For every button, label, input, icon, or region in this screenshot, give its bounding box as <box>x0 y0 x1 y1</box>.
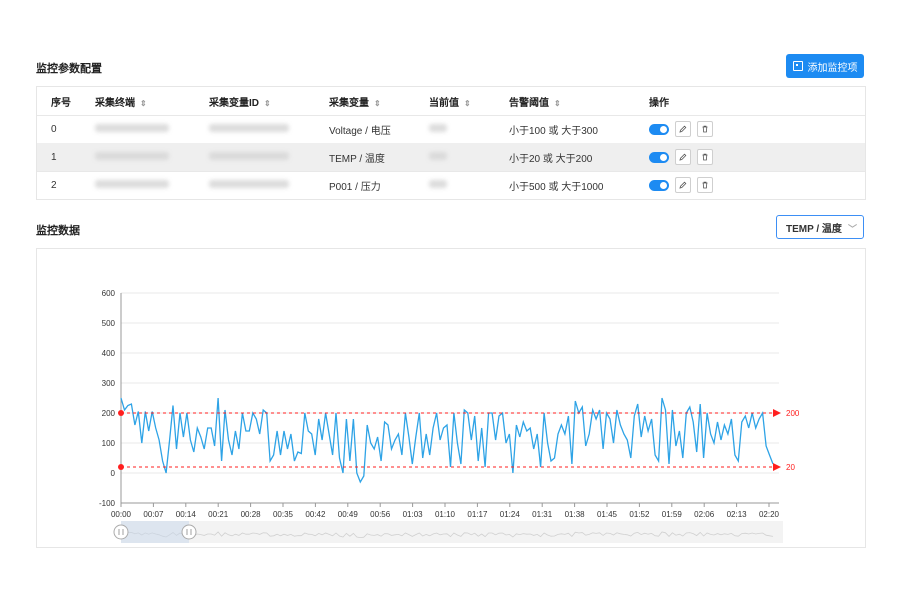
enable-toggle[interactable] <box>649 123 669 135</box>
threshold-label: 200 <box>786 409 800 418</box>
row-threshold: 小于20 或 大于200 <box>509 153 593 165</box>
x-tick-label: 02:06 <box>694 510 715 519</box>
sort-icon[interactable]: ⇕ <box>264 99 271 108</box>
row-actions <box>649 121 713 137</box>
zoom-slider-track <box>121 521 783 543</box>
terminal-redacted <box>95 123 169 135</box>
variable-id-redacted <box>209 123 289 135</box>
threshold-arrow-icon <box>773 409 781 417</box>
row-index: 1 <box>51 151 57 163</box>
series-line <box>120 397 774 484</box>
current-value-redacted <box>429 179 447 191</box>
chevron-down-icon: ﹀ <box>847 224 857 234</box>
x-tick-label: 00:49 <box>338 510 359 519</box>
zoom-handle-left[interactable] <box>113 524 129 540</box>
y-tick-label: 200 <box>102 409 116 418</box>
delete-icon[interactable] <box>696 149 713 165</box>
x-tick-label: 00:21 <box>208 510 229 519</box>
monitor-config-table: 序号 采集终端 ⇕ 采集变量ID ⇕ 采集变量 ⇕ 当前值 ⇕ 告警阈值 ⇕ 操作 0 V… <box>36 86 866 200</box>
delete-icon[interactable] <box>696 177 713 193</box>
add-monitor-button[interactable]: 添加监控项 <box>786 54 864 78</box>
y-tick-label: 0 <box>111 469 116 478</box>
sort-icon[interactable]: ⇕ <box>140 99 147 108</box>
variable-select-value: TEMP / 温度 <box>786 223 842 235</box>
y-tick-label: 600 <box>102 289 116 298</box>
x-tick-label: 01:17 <box>467 510 488 519</box>
terminal-redacted <box>95 151 169 163</box>
threshold-start-marker <box>118 410 124 416</box>
row-variable: Voltage / 电压 <box>329 125 391 137</box>
edit-icon[interactable] <box>674 149 691 165</box>
x-tick-label: 01:03 <box>403 510 424 519</box>
add-monitor-button-label: 添加监控项 <box>807 62 858 74</box>
y-tick-label: 400 <box>102 349 116 358</box>
sort-icon[interactable]: ⇕ <box>554 99 561 108</box>
sort-icon[interactable]: ⇕ <box>374 99 381 108</box>
delete-icon[interactable] <box>696 121 713 137</box>
x-tick-label: 01:31 <box>532 510 553 519</box>
sort-icon[interactable]: ⇕ <box>464 99 471 108</box>
edit-icon[interactable] <box>674 177 691 193</box>
col-header-variable[interactable]: 采集变量 ⇕ <box>329 94 381 109</box>
row-index: 2 <box>51 179 57 191</box>
x-tick-label: 01:24 <box>500 510 521 519</box>
row-index: 0 <box>51 123 57 135</box>
x-tick-label: 01:45 <box>597 510 618 519</box>
y-tick-label: 100 <box>102 439 116 448</box>
col-header-terminal[interactable]: 采集终端 ⇕ <box>95 94 147 109</box>
x-tick-label: 02:13 <box>727 510 748 519</box>
zoom-handle-right[interactable] <box>181 524 197 540</box>
config-section-title: 监控参数配置 <box>36 63 102 75</box>
row-threshold: 小于500 或 大于1000 <box>509 181 604 193</box>
threshold-label: 20 <box>786 463 795 472</box>
variable-select[interactable]: TEMP / 温度 ﹀ <box>776 215 864 239</box>
x-tick-label: 00:42 <box>305 510 326 519</box>
row-actions <box>649 177 713 193</box>
x-tick-label: 02:20 <box>759 510 780 519</box>
col-header-index: 序号 <box>51 97 71 109</box>
y-tick-label: 500 <box>102 319 116 328</box>
row-threshold: 小于100 或 大于300 <box>509 125 598 137</box>
col-header-current-value[interactable]: 当前值 ⇕ <box>429 94 471 109</box>
enable-toggle[interactable] <box>649 151 669 163</box>
threshold-arrow-icon <box>773 463 781 471</box>
table-header-row: 序号 采集终端 ⇕ 采集变量ID ⇕ 采集变量 ⇕ 当前值 ⇕ 告警阈值 ⇕ 操作 <box>37 87 865 116</box>
x-tick-label: 00:07 <box>143 510 164 519</box>
y-tick-label: -100 <box>99 499 116 508</box>
current-value-redacted <box>429 151 447 163</box>
x-tick-label: 00:00 <box>111 510 132 519</box>
enable-toggle[interactable] <box>649 179 669 191</box>
table-row: 2 P001 / 压力 小于500 或 大于1000 <box>37 171 865 199</box>
x-tick-label: 00:28 <box>241 510 262 519</box>
row-variable: TEMP / 温度 <box>329 153 385 165</box>
col-header-variable-id[interactable]: 采集变量ID ⇕ <box>209 94 271 109</box>
row-actions <box>649 149 713 165</box>
variable-id-redacted <box>209 151 289 163</box>
x-tick-label: 00:14 <box>176 510 197 519</box>
chart-container: -100 0 100 200 300 400 500 600 00:00 00:07 00:14 00… <box>36 248 866 548</box>
variable-id-redacted <box>209 179 289 191</box>
terminal-redacted <box>95 179 169 191</box>
current-value-redacted <box>429 123 447 135</box>
x-tick-label: 01:59 <box>662 510 683 519</box>
x-tick-label: 00:56 <box>370 510 391 519</box>
x-tick-label: 00:35 <box>273 510 294 519</box>
edit-icon[interactable] <box>674 121 691 137</box>
row-variable: P001 / 压力 <box>329 181 381 193</box>
col-header-threshold[interactable]: 告警阈值 ⇕ <box>509 94 561 109</box>
y-tick-label: 300 <box>102 379 116 388</box>
table-row: 1 TEMP / 温度 小于20 或 大于200 <box>37 143 865 172</box>
data-section-title: 监控数据 <box>36 225 80 237</box>
col-header-actions: 操作 <box>649 97 669 109</box>
threshold-start-marker <box>118 464 124 470</box>
x-tick-label: 01:10 <box>435 510 456 519</box>
zoom-slider-window <box>121 521 189 543</box>
x-tick-label: 01:52 <box>629 510 650 519</box>
x-tick-label: 01:38 <box>565 510 586 519</box>
temperature-line-chart: -100 0 100 200 300 400 500 600 00:00 00:07 00:14 00… <box>99 289 800 543</box>
add-icon <box>792 61 803 71</box>
table-row: 0 Voltage / 电压 小于100 或 大于300 <box>37 115 865 144</box>
